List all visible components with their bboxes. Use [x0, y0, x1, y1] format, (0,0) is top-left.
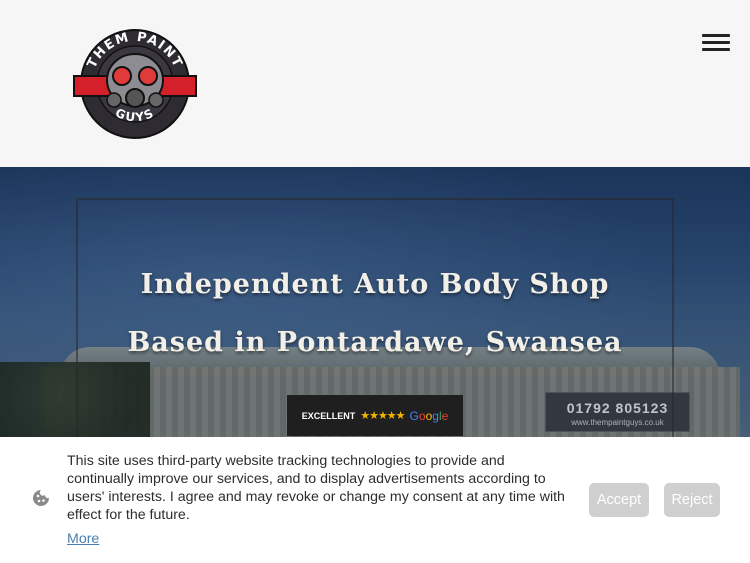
google-logo: Google [410, 409, 449, 423]
cookie-consent-text: This site uses third-party website track… [67, 453, 565, 523]
site-header: THEM PAINT GUYS [0, 0, 750, 167]
review-stars-icon: ★★★★★ [360, 410, 405, 422]
menu-bar [702, 41, 730, 44]
cookie-icon [33, 490, 49, 506]
google-logo-letter: G [409, 408, 419, 423]
google-review-badge[interactable]: EXCELLENT ★★★★★ Google [287, 395, 463, 436]
site-logo[interactable]: THEM PAINT GUYS [72, 28, 198, 140]
google-logo-letter: o [418, 408, 426, 423]
google-logo-letter: e [441, 408, 449, 423]
google-logo-letter: g [432, 408, 439, 423]
hamburger-menu-icon[interactable] [702, 30, 730, 52]
reject-button[interactable]: Reject [664, 483, 720, 517]
menu-bar [702, 34, 730, 37]
hero-heading-line2: Based in Pontardawe, Swansea [127, 327, 623, 358]
review-rating-label: EXCELLENT [301, 410, 356, 421]
hero-heading-line1: Independent Auto Body Shop [140, 269, 610, 300]
cookie-consent-banner: This site uses third-party website track… [0, 437, 750, 563]
accept-button[interactable]: Accept [589, 483, 649, 517]
cookie-more-link[interactable]: More [67, 531, 99, 547]
menu-bar [702, 48, 730, 51]
